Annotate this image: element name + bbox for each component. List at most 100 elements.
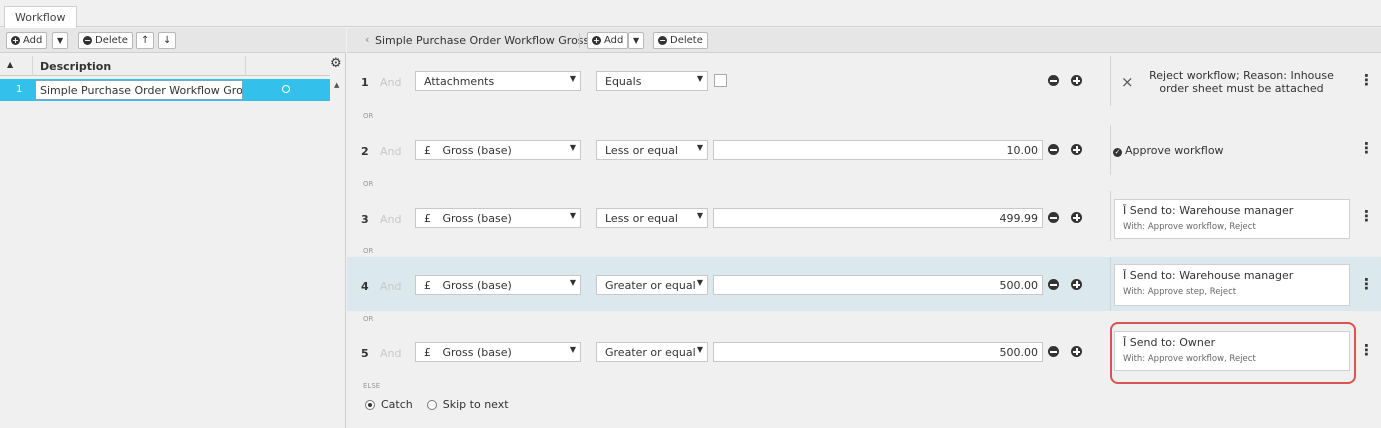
column-header-description[interactable]: Description [40,60,111,73]
action-text: Send to: Warehouse manager [1129,204,1294,217]
column-divider [32,56,33,76]
delete-button[interactable]: − Delete [78,32,133,49]
description-cell-input[interactable]: Simple Purchase Order Workflow Gross [35,80,243,100]
pound-icon: £ [424,144,431,157]
field-select-value: Attachments [424,75,495,88]
delete-rule-label: Delete [670,35,703,46]
remove-condition-icon[interactable] [1048,75,1059,86]
row-number: 1 [16,84,23,95]
chevron-down-icon: ▼ [569,143,576,152]
action-sub-text: With: Approve workflow, Reject [1123,222,1256,232]
delete-button-label: Delete [95,35,128,46]
user-icon: Ῑ [1123,269,1130,282]
action-card[interactable]: Ῑ Send to: Warehouse manager With: Appro… [1114,264,1350,306]
catch-label[interactable]: Catch [381,398,413,411]
field-select[interactable]: £ Gross (base) ▼ [415,208,581,228]
operator-select[interactable]: Greater or equal ▼ [596,275,708,295]
highlight-annotation [1110,322,1356,384]
rule-number: 2 [361,145,369,158]
vertical-scrollbar[interactable]: ▲ [333,78,344,428]
more-options-icon[interactable]: ⋮ [1359,71,1374,89]
operator-select[interactable]: Equals ▼ [596,71,708,91]
gear-icon[interactable]: ⚙ [330,56,342,71]
more-options-icon[interactable]: ⋮ [1359,139,1374,157]
remove-condition-icon[interactable] [1048,346,1059,357]
add-button-label: Add [23,35,43,46]
more-options-icon[interactable]: ⋮ [1359,275,1374,293]
field-select[interactable]: £ Gross (base) ▼ [415,140,581,160]
value-input[interactable]: 500.00 [713,275,1043,295]
operator-select-value: Less or equal [605,212,678,225]
move-down-button[interactable]: ↓ [158,32,177,49]
field-select[interactable]: Attachments ▼ [415,71,581,91]
rule-number: 3 [361,213,369,226]
add-condition-icon[interactable] [1071,75,1082,86]
scroll-up-icon[interactable]: ▲ [334,81,339,89]
action-text-wrap[interactable]: ✓ Approve workflow [1113,144,1224,157]
rule-row-2: 2 And £ Gross (base) ▼ Less or equal ▼ 1… [347,125,1381,175]
skip-to-next-label[interactable]: Skip to next [443,398,509,411]
toolbar-divider [579,33,580,48]
column-divider [1110,56,1111,106]
skip-to-next-radio[interactable] [426,399,437,410]
minus-icon: − [83,36,92,45]
value-input[interactable]: 10.00 [713,140,1043,160]
remove-condition-icon[interactable] [1048,212,1059,223]
value-input[interactable]: 500.00 [713,342,1043,362]
chevron-down-icon: ▼ [569,278,576,287]
rules-panel: ‹ Simple Purchase Order Workflow Gross +… [347,28,1381,428]
move-up-button[interactable]: ↑ [136,32,155,49]
rule-number: 4 [361,280,369,293]
left-toolbar: + Add ▼ − Delete ↑ ↓ [0,28,346,53]
close-icon: × [1121,73,1134,91]
column-divider [1110,191,1111,241]
workflow-title: Simple Purchase Order Workflow Gross [375,34,590,47]
value-checkbox[interactable] [714,74,727,87]
chevron-down-icon: ▼ [696,74,703,83]
field-select-value: Gross (base) [442,144,512,157]
catch-radio[interactable] [365,399,375,410]
add-condition-icon[interactable] [1071,279,1082,290]
tab-workflow[interactable]: Workflow [4,6,77,28]
sort-indicator-icon[interactable]: ▲ [7,60,13,69]
more-options-icon[interactable]: ⋮ [1359,341,1374,359]
delete-rule-button[interactable]: − Delete [653,32,708,49]
value-input[interactable]: 499.99 [713,208,1043,228]
default-radio[interactable] [282,85,290,93]
operator-select[interactable]: Less or equal ▼ [596,140,708,160]
check-circle-icon: ✓ [1113,148,1122,157]
add-button[interactable]: + Add [6,32,48,49]
workflow-list-panel: + Add ▼ − Delete ↑ ↓ ▲ Description ⚙ 1 S… [0,28,346,428]
more-options-icon[interactable]: ⋮ [1359,207,1374,225]
chevron-left-icon[interactable]: ‹ [365,33,369,46]
right-toolbar: ‹ Simple Purchase Order Workflow Gross +… [347,28,1381,53]
add-dropdown-button[interactable]: ▼ [52,32,69,49]
add-rule-button[interactable]: + Add [587,32,629,49]
operator-select-value: Greater or equal [605,279,696,292]
and-label: And [380,76,402,89]
remove-condition-icon[interactable] [1048,144,1059,155]
plus-icon: + [592,36,601,45]
add-condition-icon[interactable] [1071,144,1082,155]
or-label: OR [363,112,374,120]
and-label: And [380,347,402,360]
add-condition-icon[interactable] [1071,346,1082,357]
chevron-down-icon: ▼ [696,345,703,354]
field-select[interactable]: £ Gross (base) ▼ [415,275,581,295]
operator-select-value: Greater or equal [605,346,696,359]
else-label: ELSE [363,382,381,390]
operator-select[interactable]: Less or equal ▼ [596,208,708,228]
action-text[interactable]: Reject workflow; Reason: Inhouse order s… [1134,69,1349,95]
add-condition-icon[interactable] [1071,212,1082,223]
or-label: OR [363,315,374,323]
table-row[interactable]: 1 Simple Purchase Order Workflow Gross [0,79,330,101]
rule-row-1: 1 And Attachments ▼ Equals ▼ × Reject wo… [347,56,1381,106]
chevron-down-icon: ▼ [696,143,703,152]
field-select-value: Gross (base) [442,212,512,225]
field-select[interactable]: £ Gross (base) ▼ [415,342,581,362]
field-select-value: Gross (base) [442,279,512,292]
action-card[interactable]: Ῑ Send to: Warehouse manager With: Appro… [1114,199,1350,239]
add-rule-dropdown-button[interactable]: ▼ [628,32,645,49]
remove-condition-icon[interactable] [1048,279,1059,290]
operator-select[interactable]: Greater or equal ▼ [596,342,708,362]
